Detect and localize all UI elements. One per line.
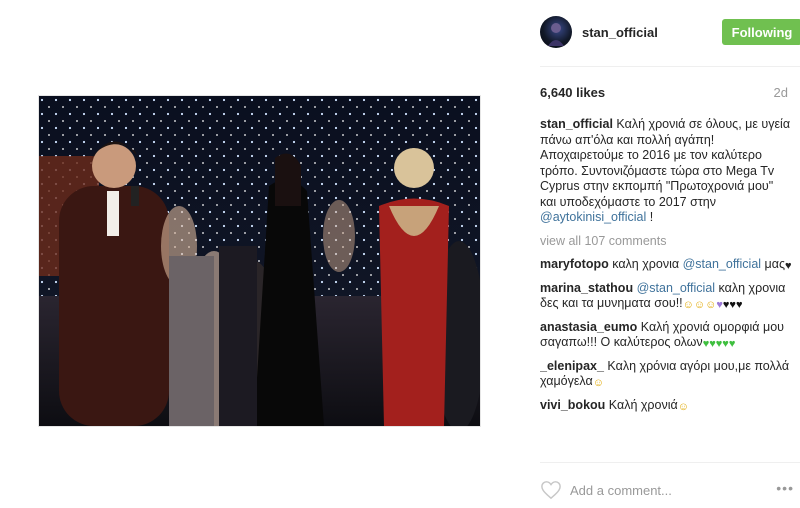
smiley-emoji-icon: ☺	[677, 400, 689, 413]
comment-item: maryfotopo καλη χρονια @stan_official μα…	[540, 257, 792, 273]
smiley-emoji-icon: ☺	[682, 299, 694, 311]
likes-count[interactable]: 6,640 likes	[540, 85, 605, 100]
avatar[interactable]	[540, 16, 572, 48]
heart-outline-icon[interactable]	[540, 480, 562, 500]
smiley-emoji-icon: ☺	[693, 299, 706, 311]
comment-mention[interactable]: @stan_official	[683, 257, 761, 271]
comment-text: καλη χρονια	[612, 257, 683, 271]
comment-mention[interactable]: @stan_official	[637, 281, 715, 295]
caption-mention[interactable]: @aytokinisi_official	[540, 210, 646, 224]
post-photo-image	[39, 96, 480, 426]
post-header: stan_official Following	[540, 16, 800, 50]
add-comment-row: •••	[540, 472, 800, 508]
comment-username[interactable]: _elenipax_	[540, 359, 604, 373]
divider	[540, 66, 800, 67]
following-button[interactable]: Following	[722, 19, 800, 45]
smiley-emoji-icon: ☺	[705, 299, 717, 311]
heart-emoji-icon: ♥	[735, 299, 743, 311]
comment-username[interactable]: maryfotopo	[540, 257, 609, 271]
divider	[540, 462, 800, 463]
comment-text: Καλή χρονιά	[608, 397, 678, 412]
comment-username[interactable]: marina_stathou	[540, 281, 633, 295]
comments-list[interactable]: stan_official Καλή χρονιά σε όλους, με υ…	[540, 117, 792, 460]
more-options-button[interactable]: •••	[776, 480, 794, 496]
heart-emoji-icon: ♥	[785, 260, 792, 272]
view-all-comments-link[interactable]: view all 107 comments	[540, 234, 792, 250]
smiley-emoji-icon: ☺	[592, 377, 604, 389]
caption: stan_official Καλή χρονιά σε όλους, με υ…	[540, 117, 792, 226]
heart-emoji-icon: ♥	[728, 338, 736, 350]
comment-item: vivi_bokou Καλή χρονιά☺	[540, 398, 792, 414]
comment-item: _elenipax_ Καλη χρόνια αγόρι μου,με πολλ…	[540, 359, 792, 390]
caption-username[interactable]: stan_official	[540, 117, 613, 131]
post-photo[interactable]	[38, 95, 481, 427]
comment-username[interactable]: anastasia_eumo	[540, 320, 637, 334]
post-age[interactable]: 2d	[774, 85, 788, 100]
comment-item: anastasia_eumo Καλή χρονιά ομορφιά μου σ…	[540, 320, 792, 351]
post-sidebar: stan_official Following 6,640 likes 2d s…	[520, 0, 800, 508]
header-username[interactable]: stan_official	[582, 25, 658, 40]
comment-tail: μας	[761, 257, 786, 271]
caption-tail: !	[646, 210, 654, 224]
add-comment-input[interactable]	[570, 480, 750, 500]
comment-item: marina_stathou @stan_official καλη χρονι…	[540, 281, 792, 312]
comment-username[interactable]: vivi_bokou	[540, 398, 605, 412]
